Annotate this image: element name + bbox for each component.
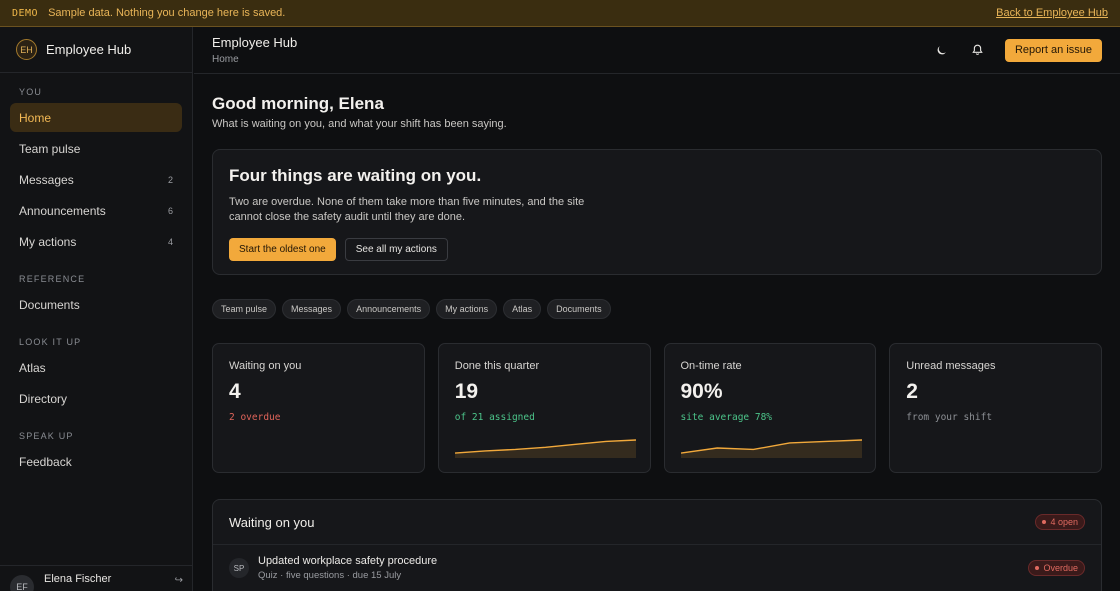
stat-note: of 21 assigned — [454, 412, 535, 423]
stat-note: site average 78% — [680, 412, 773, 423]
sidebar-item-documents[interactable]: Documents — [10, 290, 182, 319]
sidebar-item-team-pulse[interactable]: Team pulse — [10, 134, 182, 163]
waiting-list-title: Waiting on you — [229, 514, 315, 530]
nav-section-label: SPEAK UP — [19, 431, 74, 441]
hero-body: Two are overdue. None of them take more … — [229, 196, 585, 223]
notifications-button[interactable] — [965, 37, 991, 63]
sign-out-icon[interactable]: ↪ — [175, 575, 183, 586]
report-issue-button[interactable]: Report an issue — [1004, 38, 1102, 62]
nav-section-speak-up: SPEAK UP Feedback — [0, 431, 192, 476]
page-title: Employee Hub — [212, 35, 298, 50]
chip-team-pulse[interactable]: Team pulse — [212, 299, 277, 319]
stat-card-on-time[interactable]: On-time rate 90% site average 78% — [663, 343, 877, 473]
sparkline-on-time — [680, 439, 862, 458]
nav-section-label: LOOK IT UP — [19, 337, 82, 347]
sidebar-item-home[interactable]: Home — [10, 103, 182, 132]
sidebar-item-count: 4 — [167, 236, 173, 247]
list-item-subtitle: Quiz · five questions · due 15 July — [258, 570, 402, 581]
brand-logo: EH — [16, 39, 37, 60]
sidebar-item-my-actions[interactable]: My actions 4 — [10, 227, 182, 256]
greeting-title: Good morning, Elena — [212, 94, 384, 113]
nav-section-label: REFERENCE — [19, 274, 86, 284]
sidebar-item-label: My actions — [19, 234, 77, 249]
sidebar-item-count: 2 — [167, 174, 173, 185]
avatar: SP — [229, 558, 249, 578]
chip-atlas[interactable]: Atlas — [503, 299, 542, 319]
main-content: Good morning, Elena What is waiting on y… — [212, 74, 1102, 591]
sidebar: EH Employee Hub YOU Home Team pulse Mess… — [0, 27, 193, 591]
demo-tag: DEMO — [12, 7, 39, 19]
start-oldest-button[interactable]: Start the oldest one — [229, 238, 336, 261]
open-count-label: 4 open — [1050, 517, 1078, 527]
stat-label: On-time rate — [680, 360, 742, 372]
actions-hero-card: Four things are waiting on you. Two are … — [212, 149, 1102, 275]
chip-messages[interactable]: Messages — [282, 299, 342, 319]
user-account[interactable]: EF Elena Fischer ↪ — [0, 565, 193, 591]
sidebar-item-directory[interactable]: Directory — [10, 384, 182, 413]
stat-label: Done this quarter — [454, 360, 540, 372]
user-name: Elena Fischer — [44, 573, 112, 585]
open-count-badge: 4 open — [1035, 514, 1085, 530]
sidebar-item-label: Team pulse — [19, 141, 81, 156]
sidebar-item-announcements[interactable]: Announcements 6 — [10, 196, 182, 225]
stat-note: from your shift — [906, 412, 993, 423]
status-dot-icon — [1035, 566, 1040, 570]
sparkline-area — [454, 440, 636, 458]
sidebar-item-label: Feedback — [19, 454, 72, 469]
greeting-subtitle: What is waiting on you, and what your sh… — [212, 118, 507, 130]
stat-label: Unread messages — [906, 360, 996, 372]
bell-icon — [972, 44, 984, 55]
sidebar-item-label: Directory — [19, 391, 68, 406]
nav-section-label: YOU — [19, 87, 43, 97]
demo-banner: DEMO Sample data. Nothing you change her… — [0, 0, 1120, 27]
stat-card-done-quarter[interactable]: Done this quarter 19 of 21 assigned — [437, 343, 651, 473]
waiting-list: Waiting on you 4 open SP Updated workpla… — [212, 499, 1102, 591]
stat-label: Waiting on you — [229, 360, 302, 372]
nav-section-reference: REFERENCE Documents — [0, 274, 192, 319]
sparkline-done-quarter — [454, 439, 636, 458]
sidebar-item-label: Atlas — [19, 360, 46, 375]
stat-value: 90% — [680, 380, 723, 403]
see-all-actions-button[interactable]: See all my actions — [344, 238, 448, 261]
stat-value: 2 — [906, 380, 918, 403]
theme-toggle-button[interactable] — [929, 37, 955, 63]
stat-card-unread[interactable]: Unread messages 2 from your shift — [889, 343, 1102, 473]
sidebar-item-feedback[interactable]: Feedback — [10, 447, 182, 476]
list-item-title: Updated workplace safety procedure — [258, 555, 438, 567]
stat-note: 2 overdue — [229, 412, 281, 423]
quick-links: Team pulse Messages Announcements My act… — [212, 299, 1102, 319]
stat-value: 19 — [454, 380, 479, 403]
stat-card-waiting[interactable]: Waiting on you 4 2 overdue — [212, 343, 425, 473]
brand[interactable]: EH Employee Hub — [0, 27, 192, 73]
stat-value: 4 — [229, 380, 241, 403]
hero-title: Four things are waiting on you. — [229, 166, 482, 185]
sidebar-item-messages[interactable]: Messages 2 — [10, 165, 182, 194]
back-to-hub-link[interactable]: Back to Employee Hub — [996, 7, 1108, 19]
nav-section-look-it-up: LOOK IT UP Atlas Directory — [0, 337, 192, 413]
breadcrumb: Home — [212, 54, 239, 65]
sidebar-item-label: Home — [19, 110, 52, 125]
nav-section-you: YOU Home Team pulse Messages 2 Announceme… — [0, 87, 192, 256]
moon-icon — [938, 45, 947, 54]
demo-message: Sample data. Nothing you change here is … — [48, 7, 286, 19]
chip-my-actions[interactable]: My actions — [436, 299, 498, 319]
avatar: EF — [10, 575, 34, 591]
sidebar-item-label: Documents — [19, 297, 80, 312]
stats-row: Waiting on you 4 2 overdue Done this qua… — [212, 343, 1102, 473]
list-item[interactable]: SP Updated workplace safety procedure Qu… — [213, 545, 1101, 591]
status-badge: Overdue — [1028, 560, 1085, 576]
sidebar-item-label: Messages — [19, 172, 74, 187]
chip-announcements[interactable]: Announcements — [347, 299, 431, 319]
brand-name: Employee Hub — [46, 42, 132, 57]
sidebar-item-atlas[interactable]: Atlas — [10, 353, 182, 382]
status-dot-icon — [1042, 520, 1047, 524]
topbar: Employee Hub Home Report an issue — [194, 27, 1120, 74]
chip-documents[interactable]: Documents — [547, 299, 611, 319]
sidebar-item-label: Announcements — [19, 203, 106, 218]
sidebar-item-count: 6 — [167, 205, 173, 216]
status-label: Overdue — [1043, 563, 1078, 573]
